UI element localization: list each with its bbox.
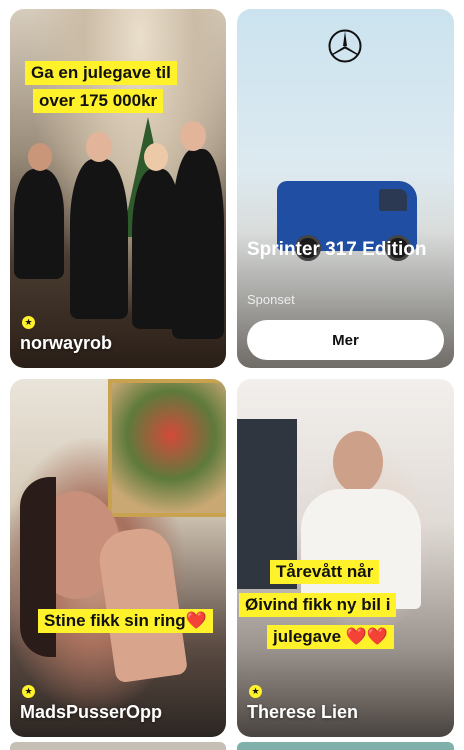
story-card-norwayrob[interactable]: Ga en julegave til over 175 000kr ★ norw… [10, 9, 226, 368]
sponsored-ad-card[interactable]: Sprinter 317 Edition Sponset Mer [237, 9, 454, 368]
star-badge-icon: ★ [22, 685, 35, 698]
caption-line: Øivind fikk ny bil i [239, 593, 397, 617]
more-button[interactable]: Mer [247, 320, 444, 360]
sponsored-label: Sponset [247, 292, 295, 307]
story-card-madspusseropp[interactable]: Stine fikk sin ring❤️ ★ MadsPusserOpp [10, 379, 226, 737]
star-badge-icon: ★ [22, 316, 35, 329]
person-head [28, 143, 52, 171]
next-card-peek [237, 742, 454, 750]
next-card-peek [10, 742, 226, 750]
star-badge-icon: ★ [249, 685, 262, 698]
person [14, 169, 64, 279]
person-head [333, 431, 383, 493]
person [70, 159, 128, 319]
creator-name: MadsPusserOpp [20, 702, 163, 722]
creator-name: norwayrob [20, 333, 113, 353]
caption-line: over 175 000kr [33, 89, 164, 113]
hand [95, 524, 189, 684]
caption-line: Tårevått når [270, 560, 380, 584]
caption-line: julegave ❤️❤️ [267, 625, 395, 649]
person-head [144, 143, 168, 171]
story-card-therese-lien[interactable]: Tårevått når Øivind fikk ny bil i julega… [237, 379, 454, 737]
ad-title: Sprinter 317 Edition [247, 239, 427, 260]
mercedes-logo-icon [328, 29, 362, 63]
person [172, 149, 224, 339]
person-head [86, 132, 112, 162]
creator-name: Therese Lien [247, 702, 359, 722]
caption-line: Stine fikk sin ring❤️ [38, 609, 213, 633]
painting [108, 379, 226, 517]
caption-line: Ga en julegave til [25, 61, 177, 85]
person-shirt [301, 489, 421, 609]
person-head [180, 121, 206, 151]
